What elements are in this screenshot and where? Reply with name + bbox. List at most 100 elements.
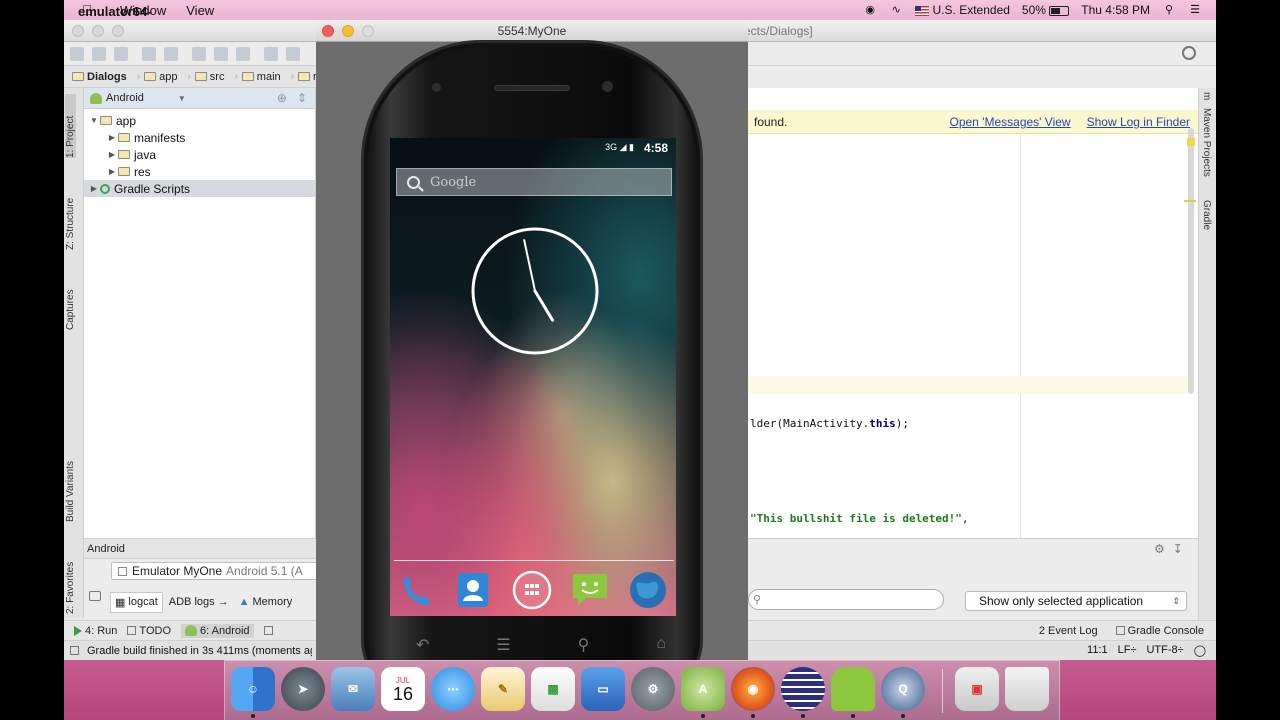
caret-position[interactable]: 11:1 bbox=[1087, 644, 1108, 657]
firefox-icon[interactable]: ◉ bbox=[731, 667, 775, 711]
find-icon[interactable] bbox=[264, 47, 278, 61]
status-toggle-icon[interactable] bbox=[70, 646, 79, 655]
record-icon[interactable]: ◉ bbox=[863, 4, 877, 16]
tab-adb-logs[interactable]: ADB logs→ bbox=[165, 593, 233, 611]
menu-view[interactable]: View bbox=[186, 3, 214, 18]
gradle-console-button[interactable]: Gradle Console bbox=[1116, 625, 1204, 637]
quicktime-icon[interactable]: Q bbox=[881, 667, 925, 711]
messaging-app-icon[interactable] bbox=[570, 570, 610, 610]
search-everywhere-icon[interactable] bbox=[1182, 46, 1196, 60]
emulator-minimize-button[interactable] bbox=[342, 25, 354, 37]
file-encoding[interactable]: UTF-8÷ bbox=[1146, 644, 1183, 657]
android-tool-button[interactable]: 6: Android bbox=[181, 624, 254, 638]
google-search-bar[interactable]: Google bbox=[396, 168, 672, 196]
chevron-right-icon[interactable]: ▶ bbox=[106, 133, 118, 142]
status-message[interactable]: Gradle build finished in 3s 411ms (momen… bbox=[87, 645, 312, 657]
chevron-right-icon[interactable]: ▶ bbox=[106, 150, 118, 159]
chevron-right-icon[interactable]: ▶ bbox=[106, 167, 118, 176]
system-preferences-icon[interactable]: ⚙ bbox=[631, 667, 675, 711]
logcat-filter-select[interactable]: Show only selected application ⇕ bbox=[965, 591, 1187, 611]
chevron-down-icon[interactable]: ▼ bbox=[88, 116, 100, 125]
gear-icon[interactable]: ⚙ bbox=[1154, 542, 1165, 556]
copy-icon[interactable] bbox=[214, 47, 228, 61]
spotlight-icon[interactable]: ⚲ bbox=[1162, 4, 1176, 16]
tree-item[interactable]: ▼app bbox=[84, 112, 315, 129]
run-tool-button[interactable]: 4: Run bbox=[74, 625, 117, 637]
emulator-close-button[interactable] bbox=[322, 25, 334, 37]
tab-captures[interactable]: Captures bbox=[65, 266, 76, 330]
finder-icon[interactable]: ☺ bbox=[231, 667, 275, 711]
search-key-icon[interactable]: ⚲ bbox=[578, 635, 590, 655]
pages-icon[interactable]: ✎ bbox=[481, 667, 525, 711]
lock-icon[interactable]: ◯ bbox=[1194, 644, 1206, 657]
save-icon[interactable] bbox=[92, 47, 106, 61]
event-log-button[interactable]: 2 Event Log bbox=[1039, 625, 1098, 637]
project-view-selector[interactable]: Android ▼ ⊕ ⇕ bbox=[84, 88, 315, 109]
redo-icon[interactable] bbox=[164, 47, 178, 61]
tab-gradle[interactable]: Gradle bbox=[1201, 200, 1212, 230]
target-icon[interactable]: ⊕ bbox=[277, 91, 287, 105]
app-drawer-icon[interactable] bbox=[512, 570, 552, 610]
ide-close-button[interactable] bbox=[72, 25, 84, 37]
tree-item[interactable]: ▶Gradle Scripts bbox=[84, 180, 315, 197]
home-key-icon[interactable]: ⌂ bbox=[656, 635, 666, 655]
android-studio-icon[interactable]: A bbox=[681, 667, 725, 711]
breadcrumb-dialogs[interactable]: Dialogs bbox=[72, 71, 133, 83]
menu-key-icon[interactable]: ☰ bbox=[496, 635, 510, 655]
warning-stripe[interactable] bbox=[1184, 200, 1196, 202]
tab-maven-projects[interactable]: Maven Projects bbox=[1201, 108, 1212, 177]
wifi-icon[interactable]: ∿ bbox=[889, 4, 903, 16]
launchpad-icon[interactable]: ➤ bbox=[281, 667, 325, 711]
battery[interactable]: 50% bbox=[1022, 3, 1069, 17]
tab-build-variants[interactable]: Build Variants bbox=[65, 438, 76, 522]
open-messages-link[interactable]: Open 'Messages' View bbox=[950, 115, 1071, 129]
tab-project[interactable]: 1: Project bbox=[65, 94, 76, 158]
breadcrumb-src[interactable]: src bbox=[195, 71, 231, 83]
undo-icon[interactable] bbox=[142, 47, 156, 61]
breadcrumb-app[interactable]: app bbox=[144, 71, 183, 83]
back-key-icon[interactable]: ↶ bbox=[416, 635, 429, 655]
hide-icon[interactable]: ↧ bbox=[1173, 542, 1183, 556]
phone-display[interactable]: 3G ◢ ▮ 4:58 Google bbox=[390, 138, 676, 616]
keynote-icon[interactable]: ▭ bbox=[581, 667, 625, 711]
logcat-search-input[interactable]: ⚲ bbox=[748, 589, 944, 610]
mail-icon[interactable]: ✉ bbox=[331, 667, 375, 711]
paste-icon[interactable] bbox=[236, 47, 250, 61]
tab-memory[interactable]: ▲Memory bbox=[235, 593, 297, 611]
tab-logcat[interactable]: ▦logcat bbox=[110, 592, 163, 613]
browser-app-icon[interactable] bbox=[628, 570, 668, 610]
chevron-right-icon[interactable]: ▶ bbox=[88, 184, 100, 193]
sync-icon[interactable] bbox=[114, 47, 128, 61]
calendar-icon[interactable]: JUL 16 bbox=[381, 667, 425, 711]
downloads-stack-icon[interactable]: ▣ bbox=[955, 667, 999, 711]
android-emulator-icon[interactable] bbox=[831, 667, 875, 711]
analog-clock-widget[interactable] bbox=[470, 226, 600, 356]
ide-zoom-button[interactable] bbox=[112, 25, 124, 37]
open-icon[interactable] bbox=[70, 47, 84, 61]
input-source[interactable]: U.S. Extended bbox=[915, 3, 1010, 17]
line-separator[interactable]: LF÷ bbox=[1118, 644, 1137, 657]
tree-item[interactable]: ▶res bbox=[84, 163, 315, 180]
tree-item[interactable]: ▶manifests bbox=[84, 129, 315, 146]
emulator-zoom-button[interactable] bbox=[362, 25, 374, 37]
phone-app-icon[interactable] bbox=[396, 570, 436, 610]
todo-tool-button[interactable]: TODO bbox=[127, 625, 171, 637]
messages-icon[interactable]: ⋯ bbox=[431, 667, 475, 711]
eclipse-icon[interactable] bbox=[781, 667, 825, 711]
contacts-app-icon[interactable] bbox=[454, 570, 494, 610]
show-log-link[interactable]: Show Log in Finder bbox=[1087, 115, 1190, 129]
menu-clock[interactable]: Thu 4:58 PM bbox=[1081, 3, 1150, 17]
breadcrumb-main[interactable]: main bbox=[242, 71, 287, 83]
editor-scrollbar[interactable] bbox=[1188, 128, 1194, 394]
trash-icon[interactable] bbox=[1005, 667, 1049, 711]
collapse-icon[interactable]: ⇕ bbox=[297, 91, 307, 105]
notification-center-icon[interactable]: ☰ bbox=[1188, 4, 1202, 16]
numbers-icon[interactable]: ▩ bbox=[531, 667, 575, 711]
replace-icon[interactable] bbox=[286, 47, 300, 61]
device-selector[interactable]: Emulator MyOne Android 5.1 (A bbox=[111, 562, 321, 580]
cut-icon[interactable] bbox=[192, 47, 206, 61]
warning-marker[interactable] bbox=[1187, 138, 1195, 146]
ide-minimize-button[interactable] bbox=[92, 25, 104, 37]
tab-structure[interactable]: Z: Structure bbox=[65, 176, 76, 250]
tab-favorites[interactable]: 2: Favorites bbox=[65, 540, 76, 614]
